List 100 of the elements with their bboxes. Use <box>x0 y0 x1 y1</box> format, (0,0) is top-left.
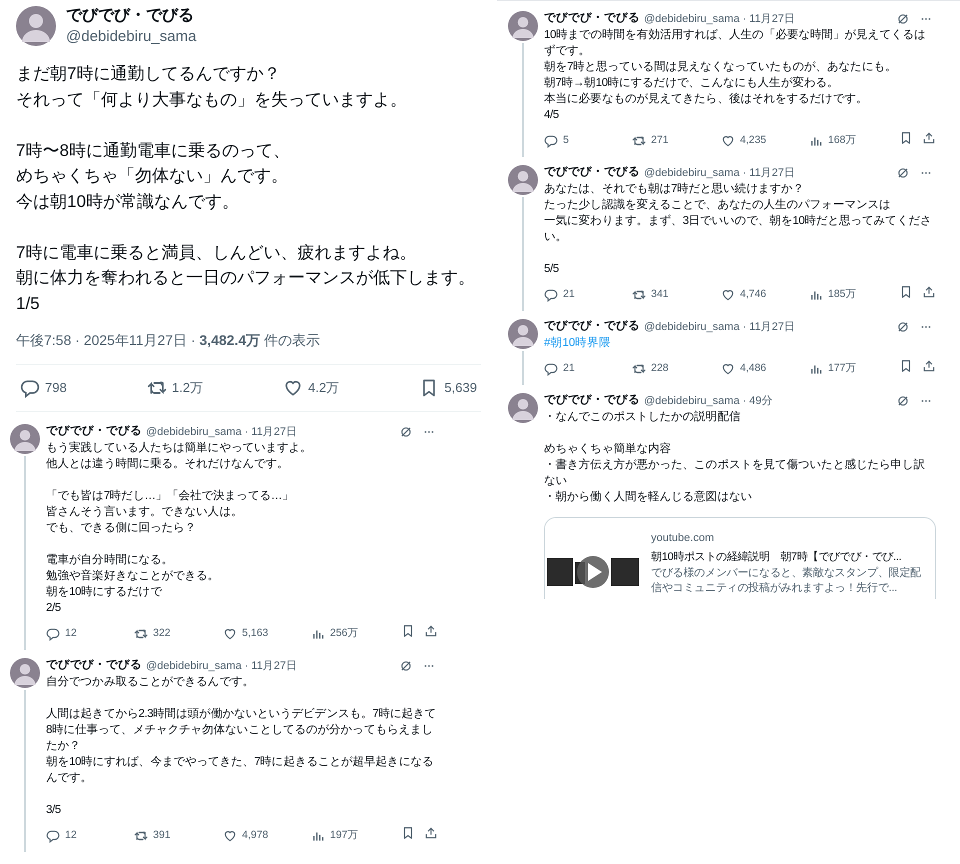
speech-bubble-icon <box>544 288 558 302</box>
post-text: 朝を10時にすれば、今までやってきた、7時に起きることが超早起きになるんです。 <box>46 754 434 786</box>
slashed-circle-icon[interactable] <box>896 394 910 408</box>
like-button[interactable]: 4,486 <box>721 361 809 377</box>
post-text: 他人とは違う時間に乗る。それだけなんです。 <box>46 456 290 472</box>
slashed-circle-icon[interactable] <box>896 320 910 334</box>
heart-icon <box>721 134 735 148</box>
post-text: 10時までの時間を有効活用すれば、人生の「必要な時間」が見えてくるはずです。 <box>544 28 926 59</box>
author-handle: @debidebiru_sama <box>146 658 242 674</box>
heart-icon <box>223 627 237 641</box>
post-text: 今は朝10時が常識なんです。 <box>16 190 240 212</box>
repost-button[interactable]: 341 <box>632 287 721 303</box>
slashed-circle-icon[interactable] <box>399 659 413 673</box>
post-text: 朝に体力を奪われると一日のパフォーマンスが低下します。 <box>16 267 476 289</box>
post-time: · 11月27日 <box>742 12 795 27</box>
post-text: 4/5 <box>544 108 560 123</box>
avatar[interactable] <box>508 11 538 41</box>
post-text: まだ朝7時に通勤してるんですか？ <box>16 63 282 85</box>
speech-bubble-icon <box>46 627 60 641</box>
share-icon <box>922 131 936 145</box>
bookmark-icon <box>401 826 415 840</box>
post-text: めちゃくちゃ簡単な内容 <box>544 441 672 457</box>
post-text: 「でも皆は7時だし…」「会社で決まってる…」 <box>46 488 294 504</box>
views-button[interactable]: 177万 <box>809 361 897 377</box>
post-text: もう実践している人たちは簡単にやっていますよ。 <box>46 440 313 456</box>
views-button[interactable]: 168万 <box>809 133 897 149</box>
author-handle: @debidebiru_sama <box>644 320 740 335</box>
avatar[interactable] <box>10 658 40 688</box>
speech-bubble-icon <box>20 378 40 398</box>
like-button[interactable]: 4,235 <box>721 133 809 149</box>
heart-icon <box>283 378 304 398</box>
post-time: · 49分 <box>742 394 773 409</box>
views-button[interactable]: 197万 <box>311 828 399 844</box>
card-description: でびる様のメンバーになると、素敵なスタンプ、限定配信やコミュニティの投稿がみれますよっ！先行で... <box>651 566 922 596</box>
reply-button[interactable]: 798 <box>20 378 67 398</box>
author-name: でびでび・でびる <box>544 393 640 408</box>
post-text: 本当に必要なものが見えてきたら、後はそれをするだけです。 <box>544 92 868 107</box>
bookmark-icon <box>899 359 913 373</box>
author-handle: @debidebiru_sama <box>644 166 740 181</box>
bookmark-icon <box>899 131 913 145</box>
author-name: でびでび・でびる <box>544 165 640 180</box>
views-button[interactable]: 256万 <box>311 626 399 642</box>
reply-button[interactable]: 5 <box>544 133 632 149</box>
post-text: 一気に変わります。まず、3日でいいので、朝を10時だと思ってみてください。 <box>544 213 932 245</box>
bookmark-icon <box>401 624 415 638</box>
post-time: · 11月27日 <box>244 424 297 440</box>
author-name: でびでび・でびる <box>46 424 142 440</box>
post-text: 勉強や音楽好きなことができる。 <box>46 568 220 584</box>
slashed-circle-icon[interactable] <box>896 12 910 26</box>
reply-button[interactable]: 12 <box>46 626 134 642</box>
author-name: でびでび・でびる <box>544 319 640 334</box>
reply-button[interactable]: 21 <box>544 361 632 377</box>
avatar[interactable] <box>508 393 538 423</box>
like-button[interactable]: 4,978 <box>223 828 311 844</box>
author-name: でびでび・でびる <box>46 658 142 674</box>
author-handle: @debidebiru_sama <box>644 12 740 27</box>
post-time: · 11月27日 <box>244 658 297 674</box>
author-name: でびでび・でびる <box>544 11 640 26</box>
share-icon <box>424 826 438 840</box>
bookmark-button[interactable]: 5,639 <box>419 378 477 398</box>
post-text: 7時〜8時に通勤電車に乗るのって、 <box>16 140 291 162</box>
post-text: ・朝から働く人間を軽んじる意図はない <box>544 490 753 505</box>
post-time: · 11月27日 <box>742 320 795 335</box>
reply-button[interactable]: 21 <box>544 287 632 303</box>
avatar[interactable] <box>508 165 538 195</box>
post-text: 1/5 <box>16 292 41 314</box>
repost-icon <box>134 627 148 641</box>
author-handle: @debidebiru_sama <box>66 27 196 47</box>
heart-icon <box>721 288 735 302</box>
like-button[interactable]: 5,163 <box>223 626 311 642</box>
avatar[interactable] <box>16 6 56 46</box>
share-icon <box>922 285 936 299</box>
repost-icon <box>632 134 646 148</box>
speech-bubble-icon <box>544 362 558 376</box>
post-text: あなたは、それでも朝は7時だと思い続けますか？ <box>544 182 806 197</box>
link-card[interactable]: youtube.com 朝10時ポストの経緯説明 朝7時【でびでび・でび... でびる様のメンバーになると、素敵なスタンプ、限定配信やコミュニティの投稿がみれますよっ！先行で... <box>544 517 936 599</box>
slashed-circle-icon[interactable] <box>399 425 413 439</box>
post-text: でも、できる側に回ったら？ <box>46 521 198 536</box>
repost-button[interactable]: 391 <box>134 828 223 844</box>
like-button[interactable]: 4.2万 <box>283 378 340 398</box>
post-meta: 午後7:58 · 2025年11月27日 · 3,482.4万 件の表示 <box>16 331 321 350</box>
heart-icon <box>721 362 735 376</box>
repost-icon <box>134 829 148 843</box>
views-button[interactable]: 185万 <box>809 287 897 303</box>
avatar[interactable] <box>10 424 40 454</box>
like-button[interactable]: 4,746 <box>721 287 809 303</box>
author-handle: @debidebiru_sama <box>644 394 740 409</box>
speech-bubble-icon <box>544 134 558 148</box>
repost-button[interactable]: 271 <box>632 133 721 149</box>
repost-button[interactable]: 1.2万 <box>146 378 203 398</box>
avatar[interactable] <box>508 319 538 349</box>
repost-button[interactable]: 228 <box>632 361 721 377</box>
reply-button[interactable]: 12 <box>46 828 134 844</box>
share-icon <box>424 624 438 638</box>
slashed-circle-icon[interactable] <box>896 166 910 180</box>
post-text: 5/5 <box>544 262 560 277</box>
post-text: 朝を10時にするだけで <box>46 584 164 600</box>
post-text: ・書き方伝え方が悪かった、このポストを見て傷ついたと感じたら申し訳ない <box>544 457 926 489</box>
post-text: 7時に電車に乗ると満員、しんどい、疲れますよね。 <box>16 242 418 264</box>
repost-button[interactable]: 322 <box>134 626 223 642</box>
